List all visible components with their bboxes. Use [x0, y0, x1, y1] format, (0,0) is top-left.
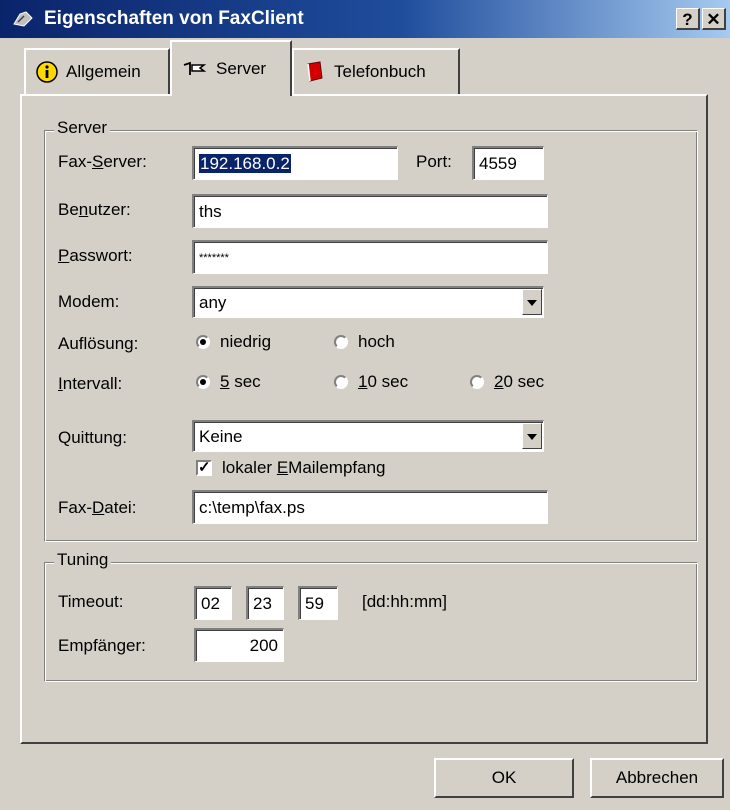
close-button[interactable]: ✕: [702, 8, 726, 30]
aufloesung-label: Auflösung:: [58, 334, 139, 353]
fax-datei-input[interactable]: c:\temp\fax.ps: [192, 490, 548, 524]
radio-circle: [334, 375, 348, 389]
intervall-label: Intervall:: [58, 374, 123, 393]
fax-datei-label: Fax-Datei:: [58, 498, 137, 517]
quittung-value: Keine: [199, 427, 243, 446]
aufloesung-hoch-label: hoch: [358, 332, 395, 351]
tab-server-label: Server: [216, 59, 267, 78]
port-label: Port:: [416, 152, 452, 171]
tuning-groupbox: [44, 562, 698, 682]
radio-circle: [334, 335, 348, 349]
aufloesung-niedrig-radio[interactable]: niedrig: [196, 332, 271, 352]
window-title: Eigenschaften von FaxClient: [44, 8, 304, 29]
tab-server[interactable]: Server: [170, 40, 292, 96]
quittung-dropdown-button[interactable]: [522, 423, 542, 449]
benutzer-label: Benutzer:: [58, 200, 131, 219]
tuning-group-legend: Tuning: [54, 550, 112, 570]
lokaler-email-checkbox[interactable]: ✓: [196, 460, 212, 476]
quittung-select[interactable]: Keine: [192, 420, 544, 452]
server-icon: [183, 61, 207, 75]
tab-telefonbuch-label: Telefonbuch: [334, 62, 426, 81]
intervall-20sec-radio[interactable]: 20 sec: [470, 372, 544, 392]
modem-select[interactable]: any: [192, 286, 544, 318]
cancel-button[interactable]: Abbrechen: [590, 758, 724, 798]
tab-allgemein-label: Allgemein: [66, 62, 141, 81]
modem-dropdown-button[interactable]: [522, 289, 542, 315]
empfaenger-label: Empfänger:: [58, 636, 146, 655]
timeout-label: Timeout:: [58, 592, 124, 611]
ok-button[interactable]: OK: [434, 758, 574, 798]
intervall-20sec-label: 20 sec: [494, 372, 545, 391]
quittung-label: Quittung:: [58, 428, 127, 447]
intervall-5sec-radio[interactable]: 5 sec: [196, 372, 261, 392]
timeout-format-hint: [dd:hh:mm]: [362, 592, 448, 611]
fax-server-input[interactable]: 192.168.0.2: [192, 146, 398, 180]
radio-circle: [470, 375, 484, 389]
fax-server-label: Fax-Server:: [58, 152, 147, 171]
intervall-10sec-radio[interactable]: 10 sec: [334, 372, 408, 392]
empfaenger-input[interactable]: 200: [194, 628, 284, 662]
benutzer-input[interactable]: ths: [192, 194, 548, 228]
aufloesung-hoch-radio[interactable]: hoch: [334, 332, 395, 352]
tab-allgemein[interactable]: Allgemein: [24, 48, 170, 94]
modem-label: Modem:: [58, 292, 120, 311]
passwort-label: Passwort:: [58, 246, 133, 265]
tab-telefonbuch[interactable]: Telefonbuch: [292, 48, 460, 94]
help-button[interactable]: ?: [676, 8, 700, 30]
passwort-input[interactable]: *******: [192, 240, 548, 274]
lokaler-email-checkbox-row[interactable]: ✓ lokaler EMailempfang: [196, 458, 385, 478]
intervall-5sec-label: 5 sec: [220, 372, 261, 391]
info-icon: [36, 61, 58, 83]
intervall-10sec-label: 10 sec: [358, 372, 409, 391]
title-bar[interactable]: Eigenschaften von FaxClient ? ✕: [0, 0, 730, 38]
phonebook-icon: [307, 61, 323, 82]
modem-value: any: [199, 293, 227, 312]
lokaler-email-label: lokaler EMailempfang: [222, 458, 386, 477]
aufloesung-niedrig-label: niedrig: [220, 332, 272, 351]
radio-circle: [196, 335, 210, 349]
fax-app-icon: [13, 11, 33, 27]
timeout-days-input[interactable]: 02: [194, 586, 232, 620]
server-group-legend: Server: [54, 118, 111, 138]
radio-circle: [196, 375, 210, 389]
timeout-minutes-input[interactable]: 59: [298, 586, 338, 620]
timeout-hours-input[interactable]: 23: [246, 586, 284, 620]
port-input[interactable]: 4559: [472, 146, 544, 180]
